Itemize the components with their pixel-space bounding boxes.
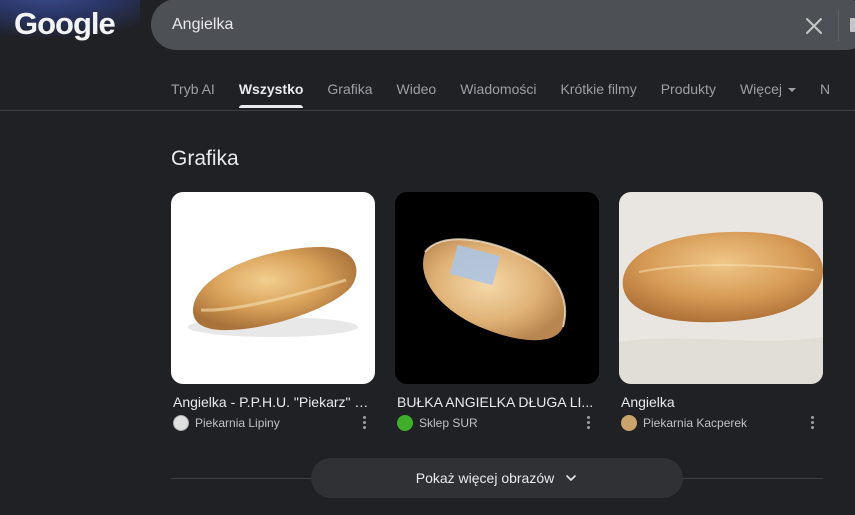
- search-tabs: Tryb AI Wszystko Grafika Wideo Wiadomośc…: [171, 79, 854, 111]
- more-options-icon[interactable]: [587, 416, 591, 430]
- image-result-card[interactable]: Angielka Piekarnia Kacperek: [619, 192, 823, 431]
- image-source[interactable]: Sklep SUR: [397, 415, 599, 431]
- image-thumbnail[interactable]: [619, 192, 823, 384]
- tab-ai-mode[interactable]: Tryb AI: [171, 79, 215, 111]
- show-more-label: Pokaż więcej obrazów: [415, 470, 555, 486]
- search-input[interactable]: Angielka: [172, 16, 233, 34]
- tab-products[interactable]: Produkty: [661, 79, 716, 111]
- chevron-down-icon: [566, 475, 577, 482]
- voice-search-icon[interactable]: [850, 18, 855, 32]
- tabs-divider: [0, 110, 855, 111]
- clear-search-icon[interactable]: [803, 15, 825, 37]
- source-name: Piekarnia Kacperek: [643, 416, 748, 430]
- more-options-icon[interactable]: [363, 416, 367, 430]
- image-source[interactable]: Piekarnia Lipiny: [173, 415, 375, 431]
- google-logo[interactable]: Google: [14, 6, 116, 42]
- site-favicon-icon: [621, 415, 637, 431]
- tab-tools[interactable]: N: [820, 79, 830, 111]
- tab-short-videos[interactable]: Krótkie filmy: [560, 79, 636, 111]
- tab-all[interactable]: Wszystko: [238, 79, 303, 111]
- image-thumbnail[interactable]: [171, 192, 375, 384]
- chevron-down-icon: [787, 88, 796, 93]
- logo-area: Google: [0, 0, 140, 56]
- search-box[interactable]: [151, 0, 855, 50]
- image-thumbnail[interactable]: [395, 192, 599, 384]
- site-favicon-icon: [397, 415, 413, 431]
- more-options-icon[interactable]: [811, 416, 815, 430]
- source-name: Sklep SUR: [419, 416, 478, 430]
- tab-news[interactable]: Wiadomości: [460, 79, 536, 111]
- tab-images[interactable]: Grafika: [327, 79, 372, 111]
- site-favicon-icon: [173, 415, 189, 431]
- show-more-images-button[interactable]: Pokaż więcej obrazów: [311, 458, 683, 498]
- tab-videos[interactable]: Wideo: [397, 79, 437, 111]
- image-result-card[interactable]: Angielka - P.P.H.U. "Piekarz" S... Pieka…: [171, 192, 375, 431]
- image-source[interactable]: Piekarnia Kacperek: [621, 415, 823, 431]
- source-name: Piekarnia Lipiny: [195, 416, 280, 430]
- section-title: Grafika: [171, 147, 239, 170]
- image-title[interactable]: Angielka - P.P.H.U. "Piekarz" S...: [173, 394, 373, 410]
- search-divider: [838, 10, 839, 41]
- image-result-card[interactable]: BUŁKA ANGIELKA DŁUGA LI... Sklep SUR: [395, 192, 599, 431]
- image-title[interactable]: Angielka: [621, 394, 821, 410]
- image-title[interactable]: BUŁKA ANGIELKA DŁUGA LI...: [397, 394, 597, 410]
- tab-more-label: Więcej: [739, 81, 782, 97]
- tab-more[interactable]: Więcej: [740, 79, 796, 111]
